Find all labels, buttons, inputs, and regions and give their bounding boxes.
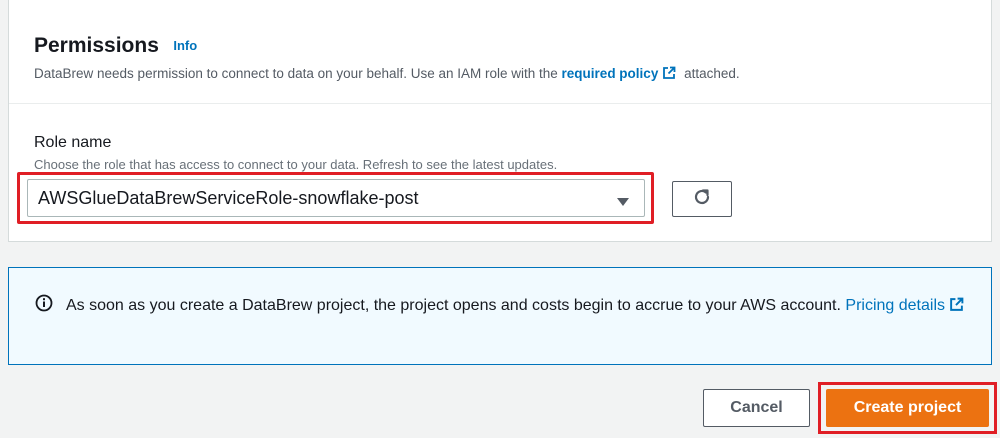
external-link-icon[interactable] <box>949 293 964 323</box>
description-suffix: attached. <box>684 66 740 81</box>
info-alert: As soon as you create a DataBrew project… <box>8 267 992 365</box>
info-link[interactable]: Info <box>173 38 197 53</box>
role-name-hint: Choose the role that has access to conne… <box>34 157 558 172</box>
refresh-button[interactable] <box>672 181 732 217</box>
pricing-details-link[interactable]: Pricing details <box>845 297 945 314</box>
required-policy-link[interactable]: required policy <box>562 66 659 81</box>
external-link-icon[interactable] <box>662 66 676 83</box>
alert-text: As soon as you create a DataBrew project… <box>66 291 976 323</box>
caret-down-icon <box>616 194 630 212</box>
cancel-button[interactable]: Cancel <box>703 389 810 427</box>
description-prefix: DataBrew needs permission to connect to … <box>34 66 562 81</box>
info-circle-icon <box>35 294 53 317</box>
role-select-value: AWSGlueDataBrewServiceRole-snowflake-pos… <box>38 188 419 208</box>
role-name-label: Role name <box>34 134 112 151</box>
alert-message: As soon as you create a DataBrew project… <box>66 297 846 314</box>
permissions-description: DataBrew needs permission to connect to … <box>34 66 740 83</box>
panel-header: Permissions Info <box>34 34 197 58</box>
panel-divider <box>9 103 991 104</box>
refresh-icon <box>692 187 712 212</box>
create-project-button[interactable]: Create project <box>826 389 989 427</box>
role-select[interactable]: AWSGlueDataBrewServiceRole-snowflake-pos… <box>27 179 645 217</box>
permissions-title: Permissions <box>34 34 159 57</box>
